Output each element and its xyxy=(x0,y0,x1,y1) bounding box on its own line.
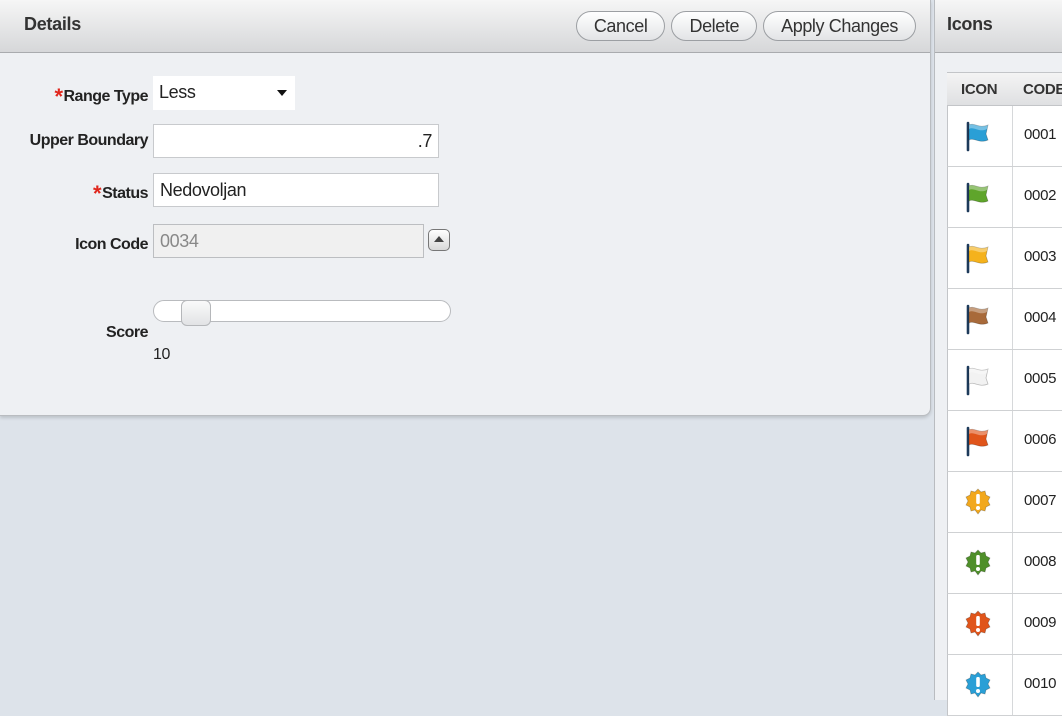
score-slider[interactable] xyxy=(153,300,451,326)
score-value: 10 xyxy=(153,346,170,363)
icon-code-cell: 0006 xyxy=(1024,431,1057,448)
icons-header: Icons xyxy=(935,0,1062,53)
range-type-select[interactable]: Less xyxy=(153,76,295,110)
icon-code-cell: 0002 xyxy=(1024,187,1057,204)
range-type-row: *Range Type Less xyxy=(0,76,460,110)
table-row[interactable]: 0003 xyxy=(947,228,1062,289)
chevron-down-icon xyxy=(277,90,287,96)
apply-changes-button[interactable]: Apply Changes xyxy=(763,11,916,41)
icon-cell xyxy=(948,228,1013,288)
table-row[interactable]: 0002 xyxy=(947,167,1062,228)
details-panel: Details Cancel Delete Apply Changes *Ran… xyxy=(0,0,931,416)
range-type-label-text: Range Type xyxy=(63,88,149,105)
status-label-text: Status xyxy=(102,185,148,202)
icon-code-cell: 0008 xyxy=(1024,553,1057,570)
icon-code-cell: 0005 xyxy=(1024,370,1057,387)
delete-button[interactable]: Delete xyxy=(671,11,758,41)
icon-cell xyxy=(948,533,1013,593)
icons-panel: Icons ICON CODE 0001 0002 0003 0004 0005 0006… xyxy=(934,0,1062,716)
range-type-label-box: *Range Type xyxy=(0,76,148,110)
required-marker: * xyxy=(54,84,63,109)
icon-code-cell: 0009 xyxy=(1024,614,1057,631)
table-row[interactable]: 0007 xyxy=(947,472,1062,533)
alert-badge-icon xyxy=(965,671,991,698)
column-header-icon[interactable]: ICON xyxy=(961,81,998,98)
alert-badge-icon xyxy=(965,549,991,576)
details-title: Details xyxy=(24,14,81,34)
flag-icon xyxy=(966,426,989,457)
icon-cell xyxy=(948,655,1013,715)
upper-boundary-label: Upper Boundary xyxy=(29,132,149,149)
icon-code-row: Icon Code 0034 xyxy=(0,224,460,258)
flag-icon xyxy=(966,304,989,335)
table-row[interactable]: 0008 xyxy=(947,533,1062,594)
score-slider-handle[interactable] xyxy=(181,300,211,326)
column-header-code[interactable]: CODE xyxy=(1023,81,1062,98)
upper-boundary-row: Upper Boundary .7 xyxy=(0,124,460,158)
status-row: *Status Nedovoljan xyxy=(0,173,460,207)
range-type-label: *Range Type xyxy=(54,84,148,110)
status-label-box: *Status xyxy=(0,173,148,207)
icon-code-cell: 0001 xyxy=(1024,126,1057,143)
cancel-button[interactable]: Cancel xyxy=(575,11,666,41)
table-row[interactable]: 0001 xyxy=(947,106,1062,167)
status-label: *Status xyxy=(93,181,148,207)
score-label: Score xyxy=(106,324,148,341)
flag-icon xyxy=(966,182,989,213)
table-row[interactable]: 0005 xyxy=(947,350,1062,411)
icons-table: ICON CODE 0001 0002 0003 0004 0005 0006 0007 00… xyxy=(947,72,1062,716)
upper-boundary-input[interactable]: .7 xyxy=(153,124,439,158)
required-marker: * xyxy=(93,181,102,206)
icon-code-label-box: Icon Code xyxy=(0,224,148,258)
table-row[interactable]: 0010 xyxy=(947,655,1062,716)
table-row[interactable]: 0009 xyxy=(947,594,1062,655)
icon-cell xyxy=(948,289,1013,349)
icon-cell xyxy=(948,411,1013,471)
status-input[interactable]: Nedovoljan xyxy=(153,173,439,207)
table-row[interactable]: 0006 xyxy=(947,411,1062,472)
icons-table-header: ICON CODE xyxy=(947,73,1062,106)
icon-code-cell: 0010 xyxy=(1024,675,1057,692)
icon-cell xyxy=(948,594,1013,654)
icon-cell xyxy=(948,106,1013,166)
popup-lov-button[interactable] xyxy=(428,229,450,251)
range-type-value: Less xyxy=(159,82,196,102)
upper-boundary-label-box: Upper Boundary xyxy=(0,124,149,158)
table-row[interactable]: 0004 xyxy=(947,289,1062,350)
icons-title: Icons xyxy=(947,14,993,34)
icon-code-cell: 0004 xyxy=(1024,309,1057,326)
alert-badge-icon xyxy=(965,488,991,515)
flag-icon xyxy=(966,243,989,274)
flag-icon xyxy=(966,121,989,152)
icon-code-label: Icon Code xyxy=(75,236,148,253)
icons-table-body: 0001 0002 0003 0004 0005 0006 0007 0008 0009 0010 xyxy=(947,106,1062,716)
icon-cell xyxy=(948,472,1013,532)
icon-code-input: 0034 xyxy=(153,224,424,258)
icon-code-cell: 0003 xyxy=(1024,248,1057,265)
details-header: Details Cancel Delete Apply Changes xyxy=(0,0,930,53)
icon-code-cell: 0007 xyxy=(1024,492,1057,509)
score-label-box: Score xyxy=(0,322,148,356)
icon-cell xyxy=(948,167,1013,227)
alert-badge-icon xyxy=(965,610,991,637)
flag-icon xyxy=(966,365,989,396)
icon-cell xyxy=(948,350,1013,410)
details-toolbar: Cancel Delete Apply Changes xyxy=(575,11,916,41)
